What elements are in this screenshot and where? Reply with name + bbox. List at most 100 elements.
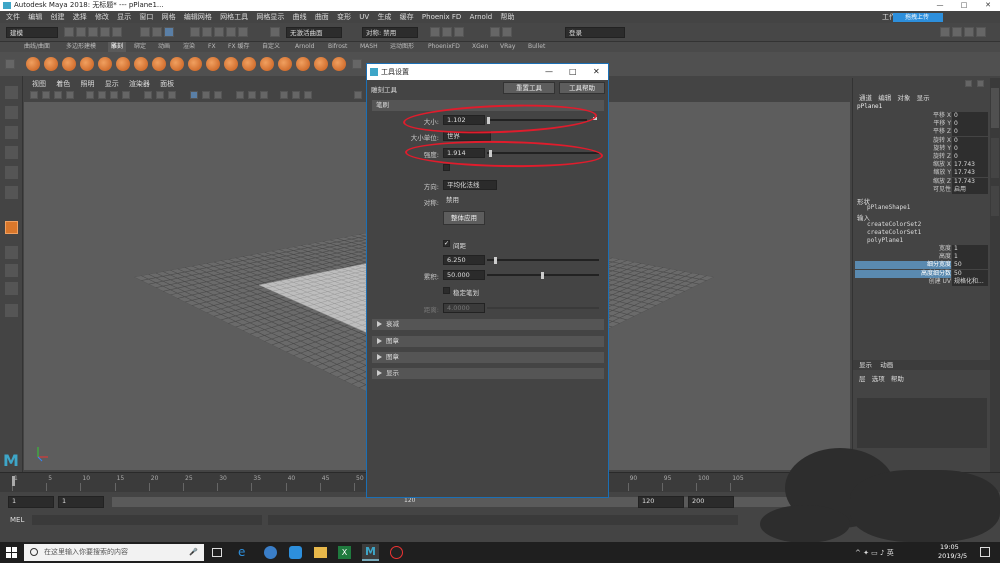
- film-gate-icon[interactable]: [98, 91, 106, 99]
- isolate-select-icon[interactable]: [280, 91, 288, 99]
- lights-icon[interactable]: [202, 91, 210, 99]
- tab-vray[interactable]: VRay: [500, 42, 515, 52]
- stamp-field[interactable]: 50.000: [443, 270, 485, 280]
- open-scene-icon[interactable]: [76, 27, 86, 37]
- snap-surface-icon[interactable]: [238, 27, 248, 37]
- viewport-menu-renderer[interactable]: 渲染器: [129, 80, 150, 88]
- viewport-menu-panels[interactable]: 面板: [160, 80, 174, 88]
- layer-menu-layers[interactable]: 层: [859, 375, 866, 383]
- tab-fx-caching[interactable]: FX 缓存: [228, 42, 249, 52]
- select-hierarchy-icon[interactable]: [140, 27, 150, 37]
- anti-aliasing-icon[interactable]: [260, 91, 268, 99]
- mode-dropdown[interactable]: 建模: [6, 27, 58, 38]
- excel-icon[interactable]: X: [338, 546, 351, 559]
- tab-anim-layers[interactable]: 动画: [880, 361, 893, 369]
- motion-blur-icon[interactable]: [248, 91, 256, 99]
- viewport-menu-shading[interactable]: 着色: [56, 80, 70, 88]
- channel-attr-value[interactable]: 1: [952, 253, 988, 262]
- channel-box-side-tab[interactable]: [991, 88, 999, 128]
- smear-brush-icon[interactable]: [278, 57, 292, 71]
- menu-surfaces[interactable]: 曲面: [315, 13, 329, 21]
- upload-button[interactable]: 拖拽上传: [893, 13, 943, 22]
- tab-poly-modeling[interactable]: 多边形建模: [66, 42, 96, 52]
- spacing-field[interactable]: 6.250: [443, 255, 485, 265]
- microphone-icon[interactable]: 🎤: [189, 544, 198, 561]
- shape-name[interactable]: pPlaneShape1: [867, 204, 910, 211]
- redo-icon[interactable]: [112, 27, 122, 37]
- tab-fx[interactable]: FX: [208, 42, 216, 52]
- notification-icon[interactable]: [980, 547, 990, 557]
- snap-point-icon[interactable]: [214, 27, 224, 37]
- spacing-checkbox[interactable]: ✓: [443, 240, 450, 247]
- stamp-section-header[interactable]: 图章: [372, 336, 604, 347]
- scale-tool-icon[interactable]: [5, 186, 18, 199]
- end-time-field[interactable]: 200: [688, 496, 734, 508]
- taskbar-search[interactable]: 在这里输入你要搜索的内容 🎤: [24, 544, 204, 561]
- display-section-header[interactable]: 显示: [372, 368, 604, 379]
- menu-help[interactable]: 帮助: [500, 13, 514, 21]
- viewport-menu-view[interactable]: 视图: [32, 80, 46, 88]
- shadows-icon[interactable]: [214, 91, 222, 99]
- resolution-gate-icon[interactable]: [110, 91, 118, 99]
- menu-cache[interactable]: 缓存: [400, 13, 414, 21]
- channel-attr-value[interactable]: 0: [952, 144, 988, 153]
- tab-rendering[interactable]: 渲染: [183, 42, 195, 52]
- menu-mesh-tools[interactable]: 网格工具: [220, 13, 248, 21]
- shelf-menu-icon[interactable]: [5, 59, 15, 69]
- live-surface-field[interactable]: 无激活曲面: [286, 27, 342, 38]
- menu-select[interactable]: 选择: [73, 13, 87, 21]
- smooth-brush-icon[interactable]: [44, 57, 58, 71]
- edge-browser-icon[interactable]: e: [238, 546, 251, 559]
- side-view-icon[interactable]: [5, 282, 18, 295]
- channel-menu-object[interactable]: 对象: [897, 94, 910, 102]
- channel-attr-value[interactable]: 规格化和...: [952, 277, 988, 286]
- grid-toggle-icon[interactable]: [86, 91, 94, 99]
- channel-attr-value[interactable]: 0: [952, 112, 988, 120]
- imprint-brush-icon[interactable]: [188, 57, 202, 71]
- tab-display-layers[interactable]: 显示: [859, 361, 872, 369]
- pinch-brush-icon[interactable]: [98, 57, 112, 71]
- relax-brush-icon[interactable]: [62, 57, 76, 71]
- channel-menu-edit[interactable]: 编辑: [878, 94, 891, 102]
- file-explorer-icon[interactable]: [314, 547, 327, 558]
- wireframe-icon[interactable]: [144, 91, 152, 99]
- history-icon[interactable]: [270, 27, 280, 37]
- ipr-render-icon[interactable]: [442, 27, 452, 37]
- channel-attr-value[interactable]: 1: [952, 245, 988, 253]
- layer-menu-help[interactable]: 帮助: [891, 375, 904, 383]
- channel-attr-row[interactable]: 创建 UV 规格化和...: [853, 277, 991, 286]
- channel-attr-row[interactable]: 缩放 Z 17.743: [853, 177, 991, 186]
- menu-deform[interactable]: 变形: [337, 13, 351, 21]
- channel-menu-channels[interactable]: 通道: [859, 94, 872, 102]
- viewport-menu-lighting[interactable]: 照明: [80, 80, 94, 88]
- bulge-brush-icon[interactable]: [296, 57, 310, 71]
- amplify-brush-icon[interactable]: [314, 57, 328, 71]
- direction-dropdown[interactable]: 平均化法线: [443, 180, 497, 190]
- channel-attr-value[interactable]: 50: [952, 261, 988, 270]
- gate-mask-icon[interactable]: [122, 91, 130, 99]
- channel-attr-row[interactable]: 细分宽度 50: [853, 261, 991, 270]
- channel-attr-row[interactable]: 缩放 Y 17.743: [853, 169, 991, 178]
- apply-all-button[interactable]: 整体应用: [443, 211, 485, 225]
- channel-attr-row[interactable]: 平移 Y0: [853, 120, 991, 129]
- undo-icon[interactable]: [100, 27, 110, 37]
- falloff-section-header[interactable]: 衰减: [372, 319, 604, 330]
- mel-input[interactable]: [32, 515, 262, 525]
- tab-sculpting[interactable]: 雕刻: [108, 42, 127, 52]
- spacing-slider[interactable]: [487, 259, 599, 261]
- channel-attr-value[interactable]: 0: [952, 136, 988, 145]
- menu-create[interactable]: 创建: [50, 13, 64, 21]
- move-tool-icon[interactable]: [5, 146, 18, 159]
- tab-xgen[interactable]: XGen: [472, 42, 488, 52]
- ambient-occlusion-icon[interactable]: [236, 91, 244, 99]
- lasso-tool-icon[interactable]: [5, 106, 18, 119]
- channel-attr-row[interactable]: 旋转 Y0: [853, 144, 991, 153]
- current-time-marker[interactable]: [12, 476, 15, 486]
- menu-file[interactable]: 文件: [6, 13, 20, 21]
- symmetry-dropdown[interactable]: 禁用: [443, 196, 483, 206]
- modeling-toolkit-icon[interactable]: [940, 27, 950, 37]
- stabilize-checkbox[interactable]: [443, 287, 450, 294]
- modeling-toolkit-side-tab[interactable]: [991, 186, 999, 216]
- rotate-tool-icon[interactable]: [5, 166, 18, 179]
- snap-view-icon[interactable]: [226, 27, 236, 37]
